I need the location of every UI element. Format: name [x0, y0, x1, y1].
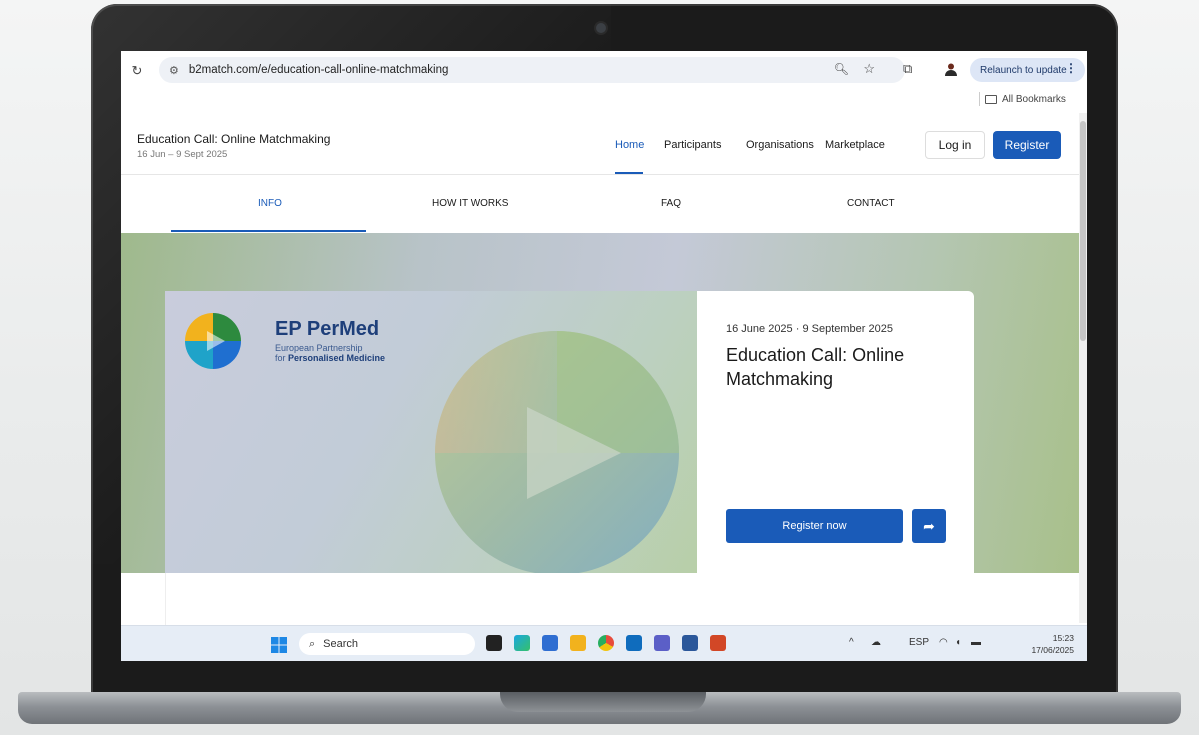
chrome-icon[interactable] — [598, 635, 614, 651]
tab-how-it-works[interactable]: HOW IT WORKS — [432, 198, 508, 209]
address-bar[interactable]: ⚙ b2match.com/e/education-call-online-ma… — [159, 57, 905, 83]
search-icon: ⌕ — [309, 637, 316, 650]
url-text: b2match.com/e/education-call-online-matc… — [188, 64, 449, 76]
profile-avatar-icon[interactable] — [944, 62, 958, 76]
wifi-icon[interactable]: ◠ — [939, 637, 948, 648]
event-title[interactable]: Education Call: Online Matchmaking — [137, 132, 330, 146]
battery-icon[interactable]: ▬ — [971, 637, 981, 648]
register-now-button[interactable]: Register now — [726, 509, 903, 543]
all-bookmarks[interactable]: All Bookmarks — [979, 92, 1066, 106]
register-button[interactable]: Register — [993, 131, 1061, 159]
file-explorer-icon[interactable] — [570, 635, 586, 651]
teams-icon[interactable] — [654, 635, 670, 651]
tab-info[interactable]: INFO — [258, 198, 282, 209]
windows-start-icon[interactable] — [271, 637, 287, 653]
more-menu-icon[interactable]: ⋮ — [1065, 61, 1077, 75]
tab-active-underline — [171, 230, 366, 232]
play-video-icon[interactable] — [435, 331, 679, 573]
logo-subtitle: European Partnership — [275, 343, 363, 353]
sub-tabs: INFO HOW IT WORKS FAQ CONTACT — [121, 176, 1087, 232]
outlook-icon[interactable] — [626, 635, 642, 651]
extensions-icon[interactable]: ⧉ — [903, 61, 912, 77]
taskbar-search[interactable]: ⌕ Search — [299, 633, 475, 655]
logo-subtitle-bold: Personalised Medicine — [288, 353, 386, 363]
all-bookmarks-label: All Bookmarks — [1002, 94, 1066, 105]
hero-dates: 16 June 2025 · 9 September 2025 — [726, 323, 893, 335]
edge-icon[interactable] — [514, 635, 530, 651]
logo-subtitle-2: for Personalised Medicine — [275, 353, 385, 363]
hero-title: Education Call: Online Matchmaking — [726, 345, 905, 389]
reload-icon[interactable]: ↻ — [127, 63, 147, 79]
nav-participants[interactable]: Participants — [664, 139, 721, 151]
share-icon: ➦ — [923, 517, 935, 534]
volume-icon[interactable]: ◖ — [955, 637, 961, 648]
taskbar-search-label: Search — [323, 638, 359, 650]
keyboard-language[interactable]: ESP — [909, 637, 929, 648]
tab-contact[interactable]: CONTACT — [847, 198, 895, 209]
event-dates: 16 Jun – 9 Sept 2025 — [137, 149, 228, 160]
tab-faq[interactable]: FAQ — [661, 198, 681, 209]
hero-banner: EP PerMed European Partnership for Perso… — [121, 233, 1079, 631]
onedrive-icon[interactable]: ☁ — [871, 637, 881, 648]
word-icon[interactable] — [682, 635, 698, 651]
bookmark-star-icon[interactable]: ☆ — [863, 61, 875, 77]
clock-time: 15:23 — [1052, 633, 1074, 643]
folder-icon — [985, 95, 997, 104]
logo-subtitle-prefix: for — [275, 353, 289, 363]
scrollbar-thumb[interactable] — [1080, 121, 1086, 341]
store-icon[interactable] — [542, 635, 558, 651]
nav-active-underline — [615, 172, 643, 174]
system-clock[interactable]: 15:23 17/06/2025 — [1026, 632, 1074, 656]
content-card — [165, 573, 974, 625]
zoom-icon[interactable]: 🔍︎ — [834, 62, 849, 76]
screen: ↻ ⚙ b2match.com/e/education-call-online-… — [121, 51, 1087, 661]
bookmarks-separator — [979, 92, 980, 106]
login-button[interactable]: Log in — [925, 131, 985, 159]
share-button[interactable]: ➦ — [912, 509, 946, 543]
hero-media: EP PerMed European Partnership for Perso… — [165, 291, 697, 573]
powerpoint-icon[interactable] — [710, 635, 726, 651]
show-hidden-icons-icon[interactable]: ^ — [849, 637, 854, 648]
laptop-base-notch — [500, 692, 706, 712]
webcam — [596, 23, 606, 33]
task-view-icon[interactable] — [486, 635, 502, 651]
relaunch-to-update-button[interactable]: Relaunch to update ⋮ — [970, 58, 1085, 82]
clock-date: 17/06/2025 — [1031, 645, 1074, 655]
windows-taskbar: ⌕ Search ^ ☁ ESP ◠ ◖ ▬ 15:23 17/06/2025 — [121, 625, 1087, 661]
ep-permed-logo-icon — [185, 313, 241, 369]
site-info-icon[interactable]: ⚙ — [169, 64, 179, 77]
browser-toolbar: ↻ ⚙ b2match.com/e/education-call-online-… — [121, 51, 1087, 89]
nav-home[interactable]: Home — [615, 139, 644, 151]
nav-marketplace[interactable]: Marketplace — [825, 139, 885, 151]
logo-name: EP PerMed — [275, 318, 380, 340]
relaunch-label: Relaunch to update — [980, 64, 1067, 76]
nav-organisations[interactable]: Organisations — [746, 139, 814, 151]
site-header: Education Call: Online Matchmaking 16 Ju… — [121, 113, 1087, 175]
